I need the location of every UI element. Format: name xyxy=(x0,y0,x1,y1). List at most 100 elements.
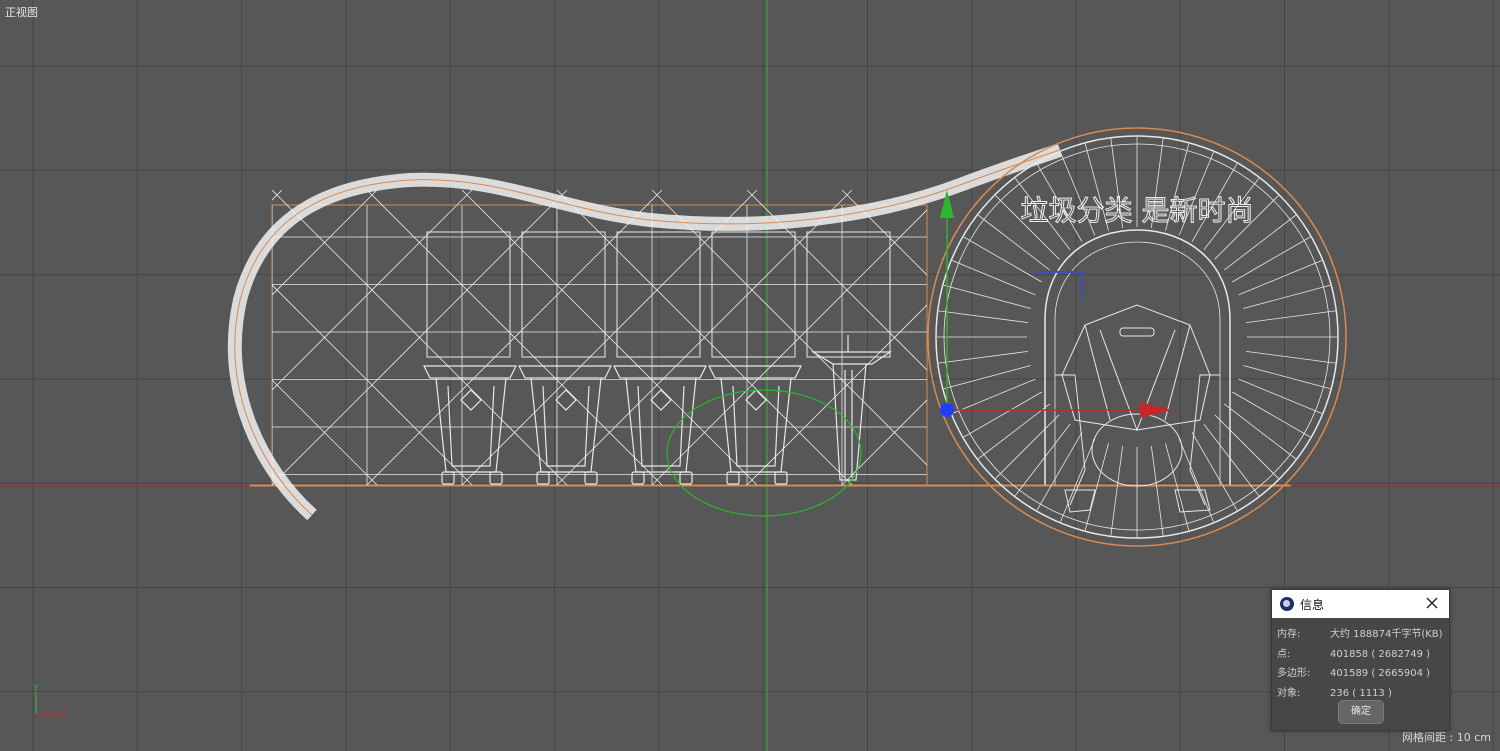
axis-y-label: Y xyxy=(32,684,39,694)
lattice-diagonal xyxy=(0,190,92,485)
poster-panel xyxy=(711,231,796,358)
circle-spoke xyxy=(1232,391,1311,438)
info-row-label: 对象: xyxy=(1277,687,1301,699)
viewport-front[interactable]: 垃圾分类 是新时尚 正视图 网格间距: 10 cm Y X 信息 内存: 大约… xyxy=(0,0,1500,751)
info-row-label: 点: xyxy=(1277,648,1291,660)
circle-spoke xyxy=(1150,446,1164,536)
recycle-icon xyxy=(555,389,577,411)
info-row-label: 内存: xyxy=(1277,629,1301,640)
bin-panel xyxy=(542,385,590,467)
circle-spoke xyxy=(1238,260,1322,296)
circle-slogan: 垃圾分类 是新时尚 xyxy=(1021,194,1254,227)
recycle-icon xyxy=(650,389,672,411)
info-row: 内存: 大约 188874千字节(KB) xyxy=(1277,625,1449,645)
view-name: 正视图 xyxy=(5,6,38,19)
circle-spoke xyxy=(995,414,1060,479)
lattice-diagonal xyxy=(1127,190,1422,485)
circle-spoke xyxy=(1246,350,1336,364)
lattice-diagonal xyxy=(0,190,187,485)
circle-spoke xyxy=(1243,365,1331,390)
bin-lid xyxy=(423,365,517,379)
poster-panel xyxy=(426,231,511,358)
lattice-diagonal xyxy=(1317,190,1500,485)
lattice-diagonal xyxy=(937,190,1232,485)
info-row-label: 多边形: xyxy=(1277,668,1311,679)
bin-lid xyxy=(613,365,707,379)
info-row-value: 401589 ( 2665904 ) xyxy=(1330,668,1431,679)
trash-bin xyxy=(613,365,707,485)
grid-spacing-label: 网格间距 : 10 cm xyxy=(1402,731,1491,744)
info-row-value: 401858 ( 2682749 ) xyxy=(1330,648,1431,660)
circle-spoke xyxy=(1178,438,1214,522)
info-row: 多边形: 401589 ( 2665904 ) xyxy=(1277,664,1449,684)
lattice-diagonal xyxy=(0,190,92,485)
trash-bin xyxy=(708,365,802,485)
bin-wheel xyxy=(441,471,455,485)
circle-spoke xyxy=(943,365,1031,390)
bin-wheel xyxy=(774,471,788,485)
trash-bins xyxy=(423,365,802,485)
circle-spoke xyxy=(1246,310,1336,324)
lattice-diagonal xyxy=(937,190,1232,485)
lattice-diagonal xyxy=(1317,190,1500,485)
inner-arch xyxy=(1044,229,1231,485)
mascot-wireframe xyxy=(1055,304,1220,513)
z-axis-handle xyxy=(940,403,954,417)
trash-bin xyxy=(518,365,612,485)
axis-orientation-icon: Y X xyxy=(32,684,66,720)
lattice-diagonal xyxy=(0,190,187,485)
circle-spoke xyxy=(1165,443,1190,531)
lattice-frame xyxy=(0,190,1500,485)
bin-body xyxy=(625,377,697,473)
circle-spoke xyxy=(978,403,1050,460)
bin-panel xyxy=(637,385,685,467)
cinema4d-logo-icon xyxy=(1280,597,1294,611)
info-row-value: 大约 188874千字节(KB) xyxy=(1330,629,1443,640)
bin-wheel xyxy=(584,471,598,485)
info-rows: 内存: 大约 188874千字节(KB) 点: 401858 ( 2682749 ) 多… xyxy=(1272,618,1449,703)
circle-spoke xyxy=(1084,443,1109,531)
circle-spoke xyxy=(1214,414,1279,479)
recycle-icon xyxy=(460,389,482,411)
bin-wheel xyxy=(536,471,550,485)
lattice-diagonal xyxy=(1412,190,1500,485)
bin-wheel xyxy=(679,471,693,485)
info-row: 点: 401858 ( 2682749 ) xyxy=(1277,645,1449,665)
circle-spoke xyxy=(1243,284,1331,309)
lattice-diagonal xyxy=(1222,190,1500,485)
info-dialog[interactable]: 信息 内存: 大约 188874千字节(KB) 点: 401858 ( 2682749… xyxy=(1271,589,1450,731)
lattice-diagonal xyxy=(1412,190,1500,485)
bin-wheel xyxy=(631,471,645,485)
circle-spoke xyxy=(943,284,1031,309)
bin-panel xyxy=(732,385,780,467)
axis-x-label: X xyxy=(60,710,66,720)
bin-lid xyxy=(518,365,612,379)
trash-bin xyxy=(423,365,517,485)
bin-lid xyxy=(708,365,802,379)
circle-spoke xyxy=(963,236,1042,283)
circle-spoke xyxy=(1238,378,1322,414)
circle-spoke xyxy=(952,260,1036,296)
poster-panel xyxy=(521,231,606,358)
bin-wheel xyxy=(726,471,740,485)
bin-body xyxy=(530,377,602,473)
circle-spoke xyxy=(1110,446,1124,536)
bin-body xyxy=(435,377,507,473)
bin-body xyxy=(720,377,792,473)
circle-spoke xyxy=(938,310,1028,324)
ok-button[interactable]: 确定 xyxy=(1338,700,1384,724)
circle-spoke xyxy=(1036,432,1083,511)
dialog-titlebar[interactable]: 信息 xyxy=(1272,590,1449,618)
lattice-diagonal xyxy=(1222,190,1500,485)
close-icon[interactable] xyxy=(1424,595,1440,611)
dialog-title: 信息 xyxy=(1300,597,1325,612)
circle-spoke xyxy=(952,378,1036,414)
circle-spoke xyxy=(938,350,1028,364)
circle-spoke xyxy=(963,391,1042,438)
x-axis-handle xyxy=(1140,402,1172,418)
circle-spoke xyxy=(1232,236,1311,283)
bin-wheel xyxy=(489,471,503,485)
bin-panel xyxy=(447,385,495,467)
lattice-diagonal xyxy=(1127,190,1422,485)
rotation-handle xyxy=(666,389,862,517)
